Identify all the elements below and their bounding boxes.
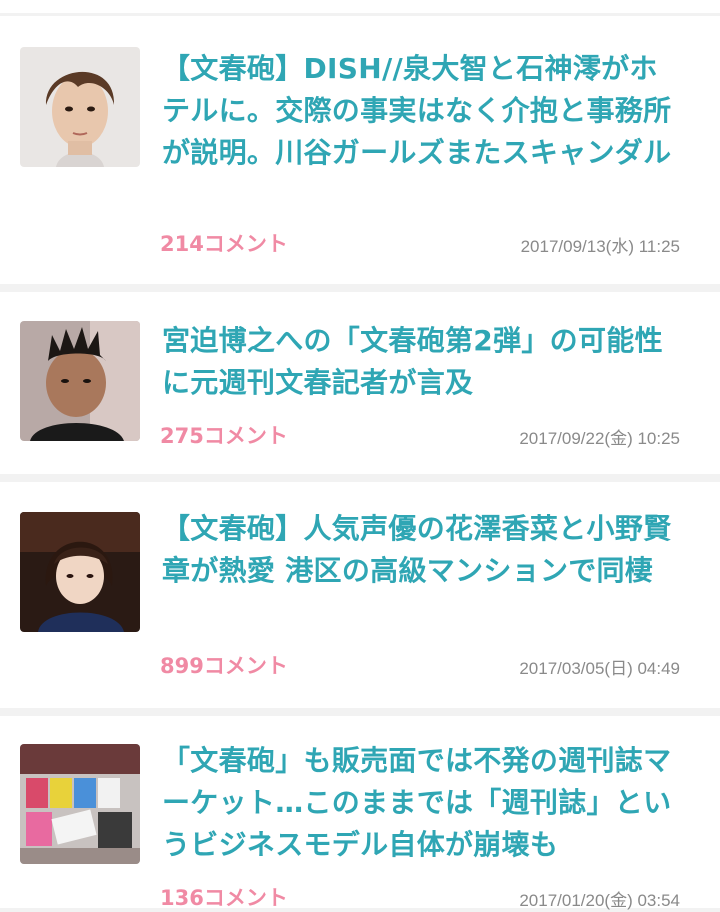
comment-count: 899コメント [160,654,288,678]
article-thumbnail[interactable] [20,321,140,441]
article-card[interactable]: 「文春砲」も販売面では不発の週刊誌マーケット…このままでは「週刊誌」というビジネ… [0,716,720,910]
article-list: 【文春砲】DISH//泉大智と石神澪がホテルに。交際の事実はなく介抱と事務所が説… [0,0,720,910]
article-card[interactable]: 【文春砲】DISH//泉大智と石神澪がホテルに。交際の事実はなく介抱と事務所が説… [0,16,720,284]
article-title[interactable]: 「文春砲」も販売面では不発の週刊誌マーケット…このままでは「週刊誌」というビジネ… [162,740,682,866]
article-thumbnail[interactable] [20,512,140,632]
article-card[interactable]: 【文春砲】人気声優の花澤香菜と小野賢章が熱愛 港区の高級マンションで同棲 899… [0,482,720,708]
comment-count: 275コメント [160,424,288,448]
top-divider [0,0,720,13]
article-title[interactable]: 【文春砲】DISH//泉大智と石神澪がホテルに。交際の事実はなく介抱と事務所が説… [162,48,682,174]
article-date: 2017/03/05(日) 04:49 [519,659,680,678]
article-date: 2017/09/22(金) 10:25 [519,429,680,448]
article-thumbnail[interactable] [20,47,140,167]
article-title[interactable]: 宮迫博之への「文春砲第2弾」の可能性に元週刊文春記者が言及 [162,320,682,404]
article-card[interactable]: 宮迫博之への「文春砲第2弾」の可能性に元週刊文春記者が言及 275コメント 20… [0,292,720,474]
article-title[interactable]: 【文春砲】人気声優の花澤香菜と小野賢章が熱愛 港区の高級マンションで同棲 [162,508,682,592]
article-date: 2017/09/13(水) 11:25 [520,237,680,256]
comment-count: 214コメント [160,232,288,256]
article-thumbnail[interactable] [20,744,140,864]
article-date: 2017/01/20(金) 03:54 [519,891,680,910]
